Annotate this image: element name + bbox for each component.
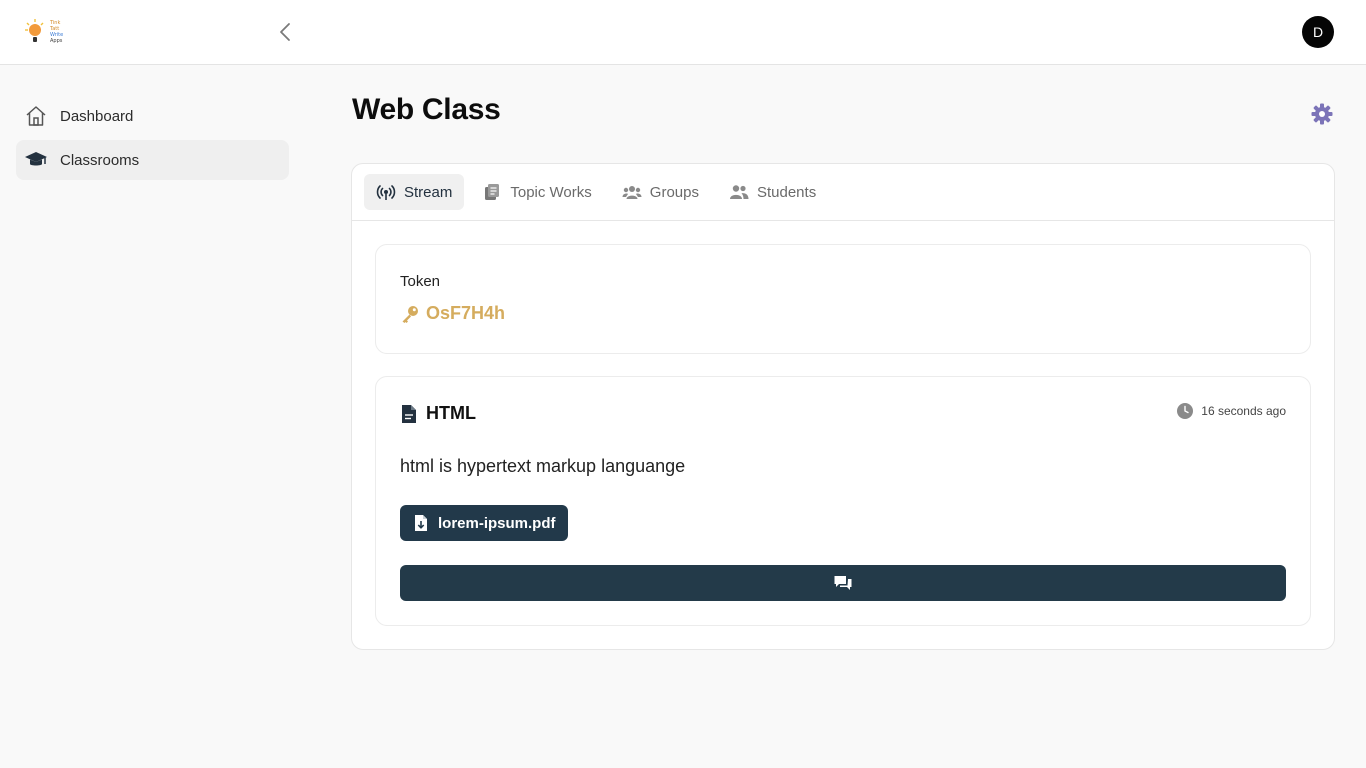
post-timestamp: 16 seconds ago <box>1177 403 1286 419</box>
tab-students[interactable]: Students <box>717 174 828 210</box>
page-title: Web Class <box>352 93 501 126</box>
top-bar: Tink Tatt Write Apps D <box>0 0 1366 65</box>
tab-stream[interactable]: Stream <box>364 174 465 210</box>
tab-bar: Stream Topic Works Groups Students <box>352 164 1334 221</box>
settings-button[interactable] <box>1310 102 1334 126</box>
stream-post-card: HTML 16 seconds ago html is hypertext ma… <box>375 376 1311 626</box>
user-avatar[interactable]: D <box>1302 16 1334 48</box>
tab-label: Topic Works <box>510 183 592 201</box>
sidebar-item-classrooms[interactable]: Classrooms <box>16 140 289 180</box>
tab-groups[interactable]: Groups <box>610 174 711 210</box>
post-title-text: HTML <box>426 403 476 423</box>
tab-label: Students <box>756 183 817 201</box>
comments-button[interactable] <box>400 565 1286 601</box>
logo-text-line: Apps <box>50 38 63 44</box>
token-code: OsF7H4h <box>426 303 506 323</box>
clipboard-icon <box>482 182 502 202</box>
post-title: HTML <box>400 403 476 424</box>
clock-icon <box>1177 403 1194 419</box>
home-icon <box>24 104 48 128</box>
sidebar-item-dashboard[interactable]: Dashboard <box>16 96 289 136</box>
logo-icon: Tink Tatt Write Apps <box>25 19 63 44</box>
classroom-panel: Stream Topic Works Groups Students Token… <box>351 163 1335 650</box>
sidebar-item-label: Dashboard <box>60 107 134 125</box>
file-text-icon <box>402 404 416 423</box>
gear-icon <box>1311 103 1333 125</box>
tab-label: Groups <box>649 183 699 201</box>
file-download-icon <box>415 515 427 531</box>
users-group-icon <box>622 182 642 202</box>
collapse-sidebar-button[interactable] <box>274 20 296 44</box>
sidebar: Dashboard Classrooms <box>16 96 289 184</box>
attachment-filename: lorem-ipsum.pdf <box>438 514 556 532</box>
tab-topic-works[interactable]: Topic Works <box>470 174 603 210</box>
attachment-download-button[interactable]: lorem-ipsum.pdf <box>400 505 568 541</box>
token-label: Token <box>400 273 441 290</box>
post-body: html is hypertext markup languange <box>400 456 686 476</box>
comments-icon <box>834 576 852 590</box>
key-icon <box>402 305 418 323</box>
graduation-cap-icon <box>24 148 48 172</box>
chevron-left-icon <box>280 23 290 41</box>
sidebar-item-label: Classrooms <box>60 151 140 169</box>
token-card: Token OsF7H4h <box>375 244 1311 354</box>
post-time-text: 16 seconds ago <box>1201 404 1286 418</box>
user-pair-icon <box>729 182 749 202</box>
tab-label: Stream <box>404 183 453 201</box>
broadcast-icon <box>376 182 396 202</box>
app-logo[interactable]: Tink Tatt Write Apps <box>24 17 70 45</box>
token-value[interactable]: OsF7H4h <box>400 303 505 324</box>
